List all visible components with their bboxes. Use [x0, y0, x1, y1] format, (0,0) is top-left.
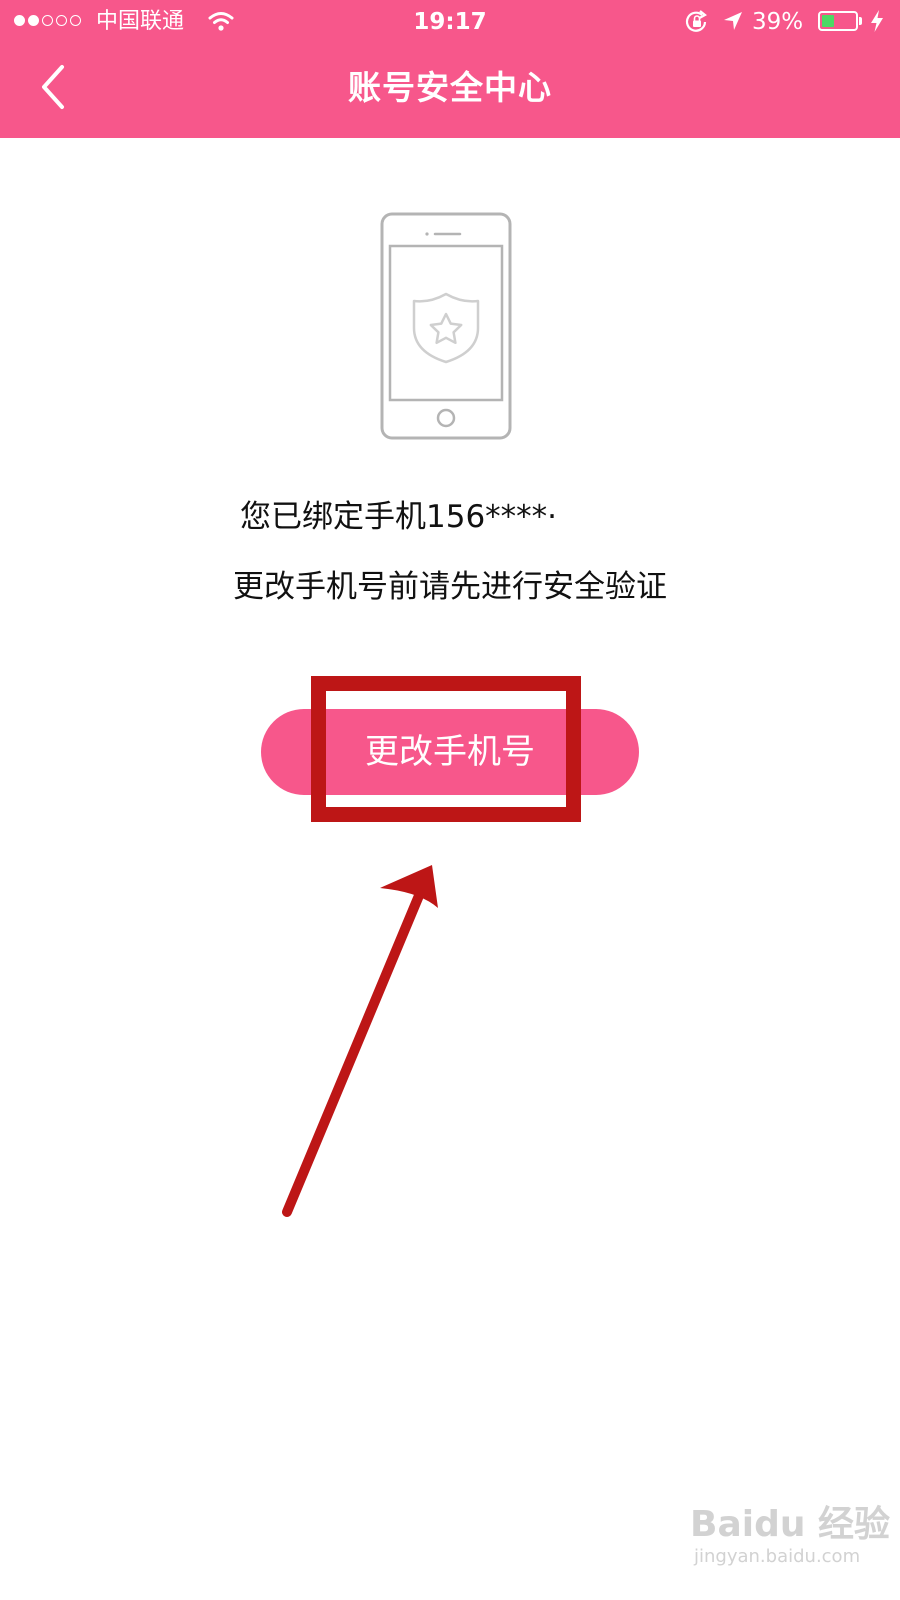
battery-percentage: 39% [752, 9, 804, 35]
rotation-lock-icon [684, 10, 710, 38]
battery-cap [859, 17, 862, 25]
phone-shield-icon [380, 212, 512, 444]
battery-icon [818, 11, 858, 31]
baidu-watermark: Baidu 经验 jingyan.baidu.com [690, 1504, 891, 1568]
header-bar: 中国联通 19:17 39% 账号安全中心 [0, 0, 900, 138]
location-arrow-icon [722, 10, 744, 36]
page-title: 账号安全中心 [348, 68, 552, 107]
watermark-brand: Baidu 经验 [690, 1504, 891, 1545]
change-phone-button[interactable] [261, 709, 639, 795]
annotation-arrow-icon [282, 865, 438, 1217]
watermark-url: jingyan.baidu.com [694, 1546, 861, 1567]
bound-phone-text: 您已绑定手机156****· [240, 499, 558, 535]
charging-bolt-icon [870, 9, 884, 37]
status-bar: 中国联通 19:17 39% [0, 0, 900, 44]
navigation-bar: 账号安全中心 [0, 44, 900, 138]
verification-notice: 更改手机号前请先进行安全验证 [233, 569, 667, 605]
